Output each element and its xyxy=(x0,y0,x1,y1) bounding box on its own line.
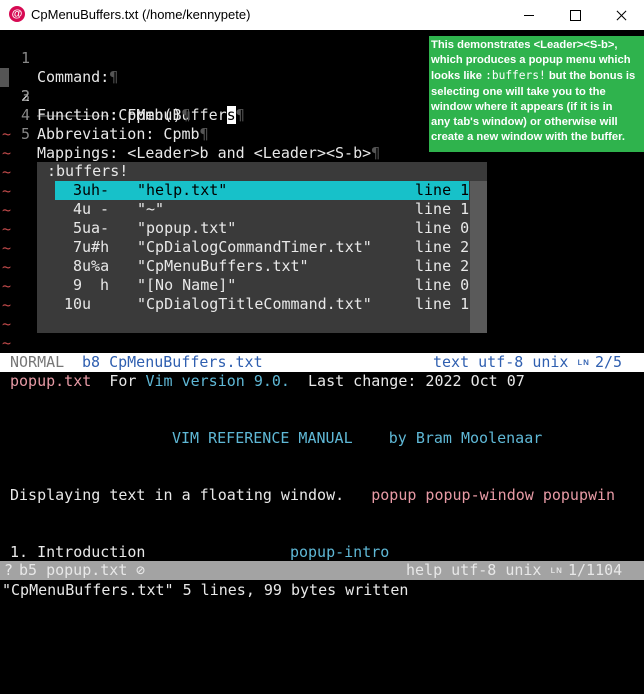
empty-line-tilde: ~ xyxy=(2,144,12,162)
buffer-number: 7u#h xyxy=(73,238,110,256)
buffer-name: "CpDialogTitleCommand.txt" xyxy=(137,295,372,313)
empty-line-tilde: ~ xyxy=(2,163,12,181)
buffer-flags: a- xyxy=(91,219,110,237)
empty-line-tilde: ~ xyxy=(2,277,12,295)
info-text: window where it appears (if it is in xyxy=(431,100,613,113)
buffer-number: 9 xyxy=(72,276,82,294)
info-popup: This demonstrates <Leader><S-b>, which p… xyxy=(429,36,644,152)
buffer-line: line 0 xyxy=(415,276,470,294)
buffers-popup-menu[interactable]: :buffers! 3u h- "help.txt" line 1 4u - "… xyxy=(37,162,487,333)
popup-scrollbar[interactable] xyxy=(470,181,487,333)
buffer-line: line 0 xyxy=(415,219,470,237)
eol-marker: ¶ xyxy=(371,144,381,162)
help-file-tag: popup.txt xyxy=(10,372,92,390)
buffer-name: "[No Name]" xyxy=(137,276,237,294)
info-text: looks like xyxy=(431,70,486,83)
buffer-menu-item[interactable]: 5u a- "popup.txt" line 0 xyxy=(55,219,469,238)
help-manual-line: VIM REFERENCE MANUAL by Bram Moolenaar xyxy=(172,429,542,448)
debian-swirl-icon: @ xyxy=(9,6,25,22)
info-text: any tab's window) or otherwise will xyxy=(431,116,618,129)
help-author: by Bram Moolenaar xyxy=(388,429,543,447)
empty-line-tilde: ~ xyxy=(2,315,12,333)
buffer-flags: h- xyxy=(91,181,110,199)
help-section-line: 1. Introduction popup-intro xyxy=(10,543,389,562)
buffer-name: "~" xyxy=(137,200,165,218)
line-number-glyph: ʟɴ xyxy=(550,565,563,576)
buffer-number: 8u%a xyxy=(73,257,110,275)
buffer-number: 5u xyxy=(72,219,91,237)
help-text: Displaying text in a floating window. xyxy=(10,486,345,504)
status-line-inactive: ? b5 popup.txt ⊘ help utf-8 unix ʟɴ 1/11… xyxy=(0,561,644,580)
info-text: create a new window with the buffer. xyxy=(431,131,625,144)
buffer-number: 3u xyxy=(72,181,91,199)
buffer-menu-item[interactable]: 8u%a "CpMenuBuffers.txt" line 2 xyxy=(55,257,469,276)
info-text: which produces a popup menu which xyxy=(431,54,631,67)
help-header: popup.txt For Vim version 9.0. Last chan… xyxy=(10,372,525,391)
readonly-icon: ⊘ xyxy=(136,561,146,579)
help-desc-line: Displaying text in a floating window. po… xyxy=(10,486,615,505)
buffer-line: line 1 xyxy=(415,181,470,199)
mode-indicator: NORMAL xyxy=(10,353,65,371)
empty-line-tilde: ~ xyxy=(2,220,12,238)
buffer-line: line 1 xyxy=(415,295,470,313)
status-buffer-name: b8 CpMenuBuffers.txt xyxy=(82,353,263,371)
buffer-number: 10u xyxy=(64,295,92,313)
empty-line-tilde: ~ xyxy=(2,258,12,276)
help-text: Last change: 2022 Oct 07 xyxy=(308,372,525,390)
buffer-name: "CpMenuBuffers.txt" xyxy=(137,257,309,275)
line-number-glyph: ʟɴ xyxy=(577,357,590,368)
status-prefix: ? xyxy=(4,561,14,579)
popup-title: :buffers! xyxy=(47,162,129,180)
buffer-number: 4u xyxy=(72,200,91,218)
buffer-name: "popup.txt" xyxy=(137,219,237,237)
help-section-title: 1. Introduction xyxy=(10,543,146,561)
empty-line-tilde: ~ xyxy=(2,125,12,143)
buffer-menu-item[interactable]: 7u#h "CpDialogCommandTimer.txt" line 2 xyxy=(55,238,469,257)
line-text: Mappings: <Leader>b and <Leader><S-b> xyxy=(37,144,372,162)
status-position: 2/5 xyxy=(595,353,623,371)
info-text: but the bonus is xyxy=(545,70,636,83)
command-line[interactable]: "CpMenuBuffers.txt" 5 lines, 99 bytes wr… xyxy=(2,581,408,600)
empty-line-tilde: ~ xyxy=(2,296,12,314)
empty-line-tilde: ~ xyxy=(2,201,12,219)
status-file-info: text utf-8 unix xyxy=(433,353,569,371)
buffer-menu-item[interactable]: 4u - "~" line 1 xyxy=(55,200,469,219)
help-text: For xyxy=(109,372,137,390)
buffer-line: line 2 xyxy=(415,257,470,275)
info-text: This demonstrates <Leader><S-b>, xyxy=(431,39,618,51)
help-vim-version: Vim version 9.0. xyxy=(145,372,290,390)
info-text: selecting one will take you to the xyxy=(431,85,606,98)
help-manual-title: VIM REFERENCE MANUAL xyxy=(172,429,353,447)
title-bar: @ CpMenuBuffers.txt (/home/kennypete) xyxy=(0,0,644,30)
info-code: :buffers! xyxy=(485,69,546,83)
eol-marker: ¶ xyxy=(199,125,209,143)
status-file-info: help utf-8 unix xyxy=(406,561,542,579)
maximize-button[interactable] xyxy=(552,0,598,30)
buffer-name: "CpDialogCommandTimer.txt" xyxy=(137,238,372,256)
status-position: 1/1104 xyxy=(568,561,623,579)
buffer-flags: - xyxy=(91,200,110,218)
info-text-row: looks like :buffers! but the bonus is xyxy=(431,68,641,84)
close-button[interactable] xyxy=(598,0,644,30)
minimize-button[interactable] xyxy=(506,0,552,30)
buffer-line: line 1 xyxy=(415,200,470,218)
status-buffer-name: b5 popup.txt xyxy=(19,561,128,579)
buffer-flags: h xyxy=(91,276,110,294)
window-title: CpMenuBuffers.txt (/home/kennypete) xyxy=(31,7,251,22)
help-section-tag[interactable]: popup-intro xyxy=(290,543,389,561)
status-line-active: NORMAL b8 CpMenuBuffers.txt text utf-8 u… xyxy=(0,353,644,372)
line-text: Abbreviation: Cpmb xyxy=(37,125,200,143)
buffer-line: line 2 xyxy=(415,238,470,256)
buffer-menu-item[interactable]: 9 h "[No Name]" line 0 xyxy=(55,276,469,295)
empty-line-tilde: ~ xyxy=(2,239,12,257)
help-tags[interactable]: popup popup-window popupwin xyxy=(371,486,615,504)
buffer-menu-item[interactable]: 10u "CpDialogTitleCommand.txt" line 1 xyxy=(55,295,469,314)
buffer-menu-item[interactable]: 3u h- "help.txt" line 1 xyxy=(55,181,469,200)
empty-line-tilde: ~ xyxy=(2,334,12,352)
buffer-name: "help.txt" xyxy=(137,181,228,199)
empty-line-tilde: ~ xyxy=(2,182,12,200)
